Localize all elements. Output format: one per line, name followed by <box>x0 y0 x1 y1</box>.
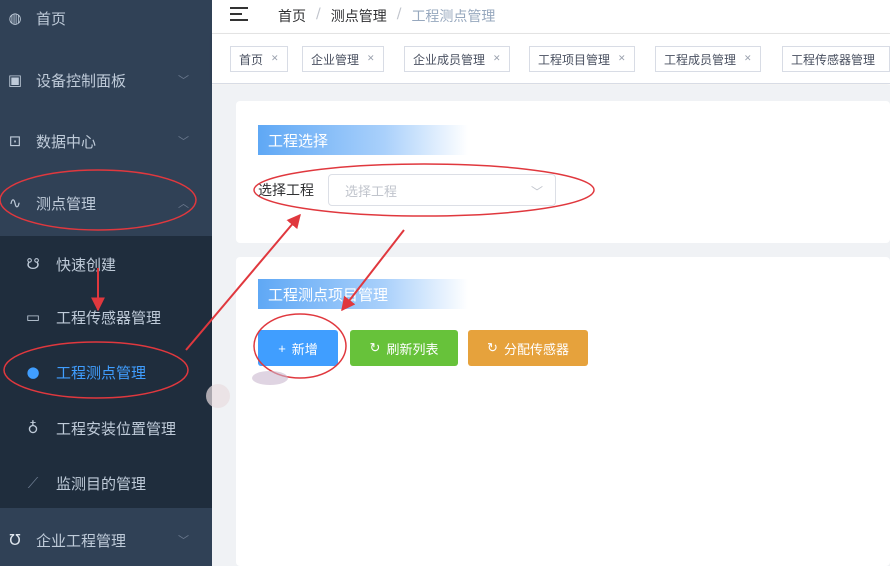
location-icon: ♁ <box>27 419 39 437</box>
sidebar-item-point-manage[interactable]: ● 工程测点管理 <box>0 344 212 400</box>
section-title-project-select: 工程选择 <box>258 125 468 155</box>
sidebar-item-label: 企业工程管理 <box>36 531 127 550</box>
line-chart-icon: ⟋ <box>27 474 39 492</box>
main-content <box>212 85 890 566</box>
assign-button-label: 分配传感器 <box>503 341 569 357</box>
dashboard-icon: ◍ <box>8 9 22 27</box>
dot-icon: ● <box>26 363 40 381</box>
plus-icon: + <box>278 340 286 356</box>
refresh-button-label: 刷新列表 <box>386 341 439 357</box>
sidebar-item-quick-create[interactable]: ☋ 快速创建 <box>0 236 212 292</box>
breadcrumb-item[interactable]: 首页 <box>278 6 306 26</box>
sidebar-item-label: 监测目的管理 <box>56 474 147 493</box>
breadcrumb-item[interactable]: 测点管理 <box>331 6 387 26</box>
hamburger-icon[interactable] <box>230 7 248 23</box>
tag-home[interactable]: 首页 ✕ <box>230 46 288 72</box>
chevron-down-icon: ﹀ <box>178 135 189 148</box>
sidebar-item-label: 设备控制面板 <box>36 71 127 90</box>
shield-icon: Ʊ <box>9 531 21 549</box>
sidebar-item-label: 数据中心 <box>36 132 97 151</box>
chevron-down-icon: ﹀ <box>530 185 543 199</box>
chevron-up-icon: ︿ <box>178 197 189 210</box>
tag-project-members[interactable]: 工程成员管理 ✕ <box>655 46 761 72</box>
section-title-point-manage: 工程测点项目管理 <box>258 279 468 309</box>
navbar: 首页 / 测点管理 / 工程测点管理 <box>212 0 890 34</box>
sidebar-item-install-location[interactable]: ♁ 工程安装位置管理 <box>0 400 212 456</box>
sidebar-item-label: 工程测点管理 <box>56 363 147 382</box>
tag-label: 企业管理 <box>311 52 360 67</box>
breadcrumb-separator: / <box>396 6 402 22</box>
chevron-down-icon: ﹀ <box>178 534 189 547</box>
tag-label: 工程传感器管理 <box>791 52 876 67</box>
sidebar-item-label: 工程安装位置管理 <box>56 419 177 438</box>
breadcrumb: 首页 / 测点管理 / 工程测点管理 <box>278 6 495 26</box>
select-placeholder: 选择工程 <box>345 184 398 200</box>
refresh-list-button[interactable]: ↻ 刷新列表 <box>350 330 458 366</box>
refresh-icon: ↻ <box>487 340 498 355</box>
sidebar-item-enterprise-project[interactable]: Ʊ 企业工程管理 ﹀ <box>0 512 212 566</box>
tag-enterprise-members[interactable]: 企业成员管理 ✕ <box>404 46 510 72</box>
sidebar-item-monitor-purpose[interactable]: ⟋ 监测目的管理 <box>0 455 212 511</box>
sidebar-item-device-panel[interactable]: ▣ 设备控制面板 ﹀ <box>0 52 212 108</box>
tag-label: 工程成员管理 <box>664 52 737 67</box>
refresh-icon: ↻ <box>369 340 381 355</box>
close-icon[interactable]: ✕ <box>367 54 375 64</box>
link-icon: ☋ <box>26 255 40 273</box>
tag-enterprise[interactable]: 企业管理 ✕ <box>302 46 384 72</box>
tags-view: 首页 ✕ 企业管理 ✕ 企业成员管理 ✕ 工程项目管理 ✕ 工程成员管理 ✕ 工程传感器管… <box>212 34 890 84</box>
chevron-down-icon: ﹀ <box>178 74 189 87</box>
assign-sensor-button[interactable]: ↻ 分配传感器 <box>468 330 588 366</box>
close-icon[interactable]: ✕ <box>744 54 752 64</box>
sidebar-item-home[interactable]: ◍ 首页 <box>0 0 212 46</box>
tag-project-sensors[interactable]: 工程传感器管理 <box>782 46 890 72</box>
sidebar-item-label: 测点管理 <box>36 194 97 213</box>
breadcrumb-item-current: 工程测点管理 <box>411 9 496 25</box>
project-select-card <box>236 101 890 243</box>
tag-projects[interactable]: 工程项目管理 ✕ <box>529 46 635 72</box>
add-button[interactable]: + 新增 <box>258 330 338 366</box>
monitor-icon: ▣ <box>7 71 23 89</box>
select-project-dropdown[interactable]: 选择工程 ﹀ <box>328 174 556 206</box>
device-icon: ▭ <box>25 308 41 326</box>
chart-icon: ∿ <box>8 194 22 212</box>
breadcrumb-separator: / <box>316 6 321 22</box>
sidebar-item-measure-point[interactable]: ∿ 测点管理 ︿ <box>0 175 212 231</box>
close-icon[interactable]: ✕ <box>493 54 501 64</box>
sidebar-item-data-center[interactable]: ⊡ 数据中心 ﹀ <box>0 113 212 169</box>
close-icon[interactable]: ✕ <box>618 54 626 64</box>
add-button-label: 新增 <box>291 341 318 357</box>
tag-label: 工程项目管理 <box>538 52 611 67</box>
tag-label: 企业成员管理 <box>413 52 486 67</box>
sidebar: ◍ 首页 ▣ 设备控制面板 ﹀ ⊡ 数据中心 ﹀ ∿ 测点管理 ︿ ☋ 快速创建… <box>0 0 212 566</box>
sidebar-item-label: 工程传感器管理 <box>56 308 162 327</box>
sidebar-item-label: 首页 <box>36 9 67 28</box>
sidebar-item-sensor-manage[interactable]: ▭ 工程传感器管理 <box>0 289 212 345</box>
message-icon: ⊡ <box>8 132 22 150</box>
select-project-label: 选择工程 <box>258 183 314 199</box>
sidebar-item-label: 快速创建 <box>56 255 117 274</box>
tag-label: 首页 <box>239 52 264 67</box>
close-icon[interactable]: ✕ <box>271 54 279 64</box>
